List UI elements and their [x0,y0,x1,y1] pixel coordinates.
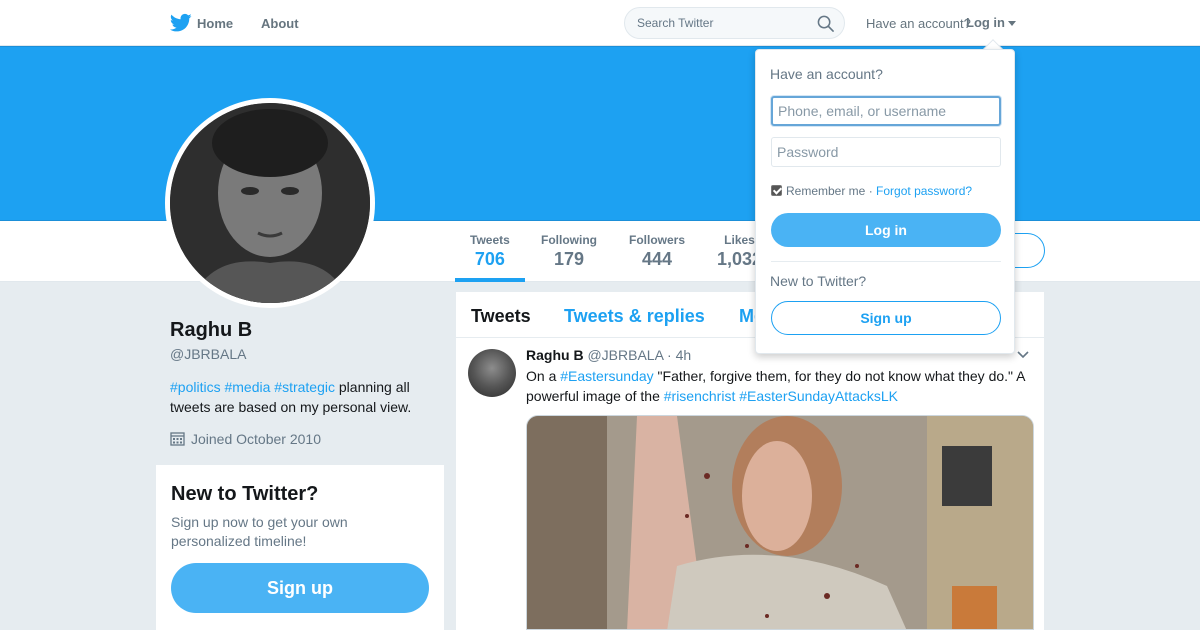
search-box[interactable]: Search Twitter [624,7,845,39]
tweet-text: On a #Eastersunday "Father, forgive them… [526,366,1032,406]
nav-home-link[interactable]: Home [197,16,233,31]
login-menu-link[interactable]: Log in [966,15,1005,30]
calendar-icon [170,432,185,446]
joined-text: Joined October 2010 [191,431,321,447]
top-navigation: Home About Search Twitter Have an accoun… [0,0,1200,46]
chevron-down-icon[interactable] [1017,351,1029,359]
profile-name: Raghu B [170,319,253,341]
stat-value: 444 [641,249,673,269]
tweet-timestamp[interactable]: 4h [676,347,692,363]
remember-me-label[interactable]: Remember me [786,184,865,198]
stat-value: 179 [553,249,585,269]
username-field[interactable] [771,96,1001,126]
hashtag-link[interactable]: #strategic [274,379,335,395]
nav-about-link[interactable]: About [261,16,299,31]
login-dropdown-title: Have an account? [770,66,883,82]
avatar-photo [170,103,370,303]
tweet-text-part: On a [526,368,561,384]
tab-tweets-replies[interactable]: Tweets & replies [564,306,705,327]
caret-down-icon[interactable] [1008,21,1016,26]
login-button[interactable]: Log in [771,213,1001,247]
active-tab-indicator [455,278,525,282]
signup-button[interactable]: Sign up [171,563,429,613]
stat-following[interactable]: Following 179 [541,233,597,270]
tweet-photo [527,416,1033,629]
profile-bio: #politics #media #strategic planning all… [170,377,440,417]
signup-card-title: New to Twitter? [171,483,319,505]
hashtag-link[interactable]: #risenchrist [664,388,736,404]
forgot-password-link[interactable]: Forgot password? [876,184,972,198]
stat-tweets[interactable]: Tweets 706 [470,233,510,270]
stat-label: Followers [629,233,686,247]
remember-me-checkbox[interactable] [771,185,782,196]
new-to-twitter-text: New to Twitter? [770,273,867,289]
stat-label: Following [541,233,597,247]
stat-label: Tweets [470,233,510,247]
tweet-author-handle[interactable]: @JBRBALA [587,347,663,363]
hashtag-link[interactable]: #politics [170,379,221,395]
hashtag-link[interactable]: #EasterSundayAttacksLK [739,388,898,404]
search-icon[interactable] [817,15,834,32]
hashtag-link[interactable]: #media [224,379,270,395]
dropdown-signup-button[interactable]: Sign up [771,301,1001,335]
joined-date: Joined October 2010 [170,431,321,447]
signup-card-text: Sign up now to get your own personalized… [171,514,348,549]
tweet-separator: · [667,347,672,363]
tweet-avatar[interactable] [468,349,516,397]
hashtag-link[interactable]: #Eastersunday [560,368,653,384]
signup-card: New to Twitter? Sign up now to get your … [156,465,444,630]
tab-tweets[interactable]: Tweets [471,306,531,327]
have-account-text: Have an account? [866,16,971,31]
stat-value: 706 [474,249,505,269]
tweet-author-name[interactable]: Raghu B [526,347,584,363]
profile-avatar-frame [165,98,375,308]
profile-handle: @JBRBALA [170,346,247,362]
password-field[interactable] [771,137,1001,167]
twitter-bird-icon[interactable] [170,13,192,33]
login-dropdown: Have an account? Remember me · Forgot pa… [755,49,1015,354]
tweet-header: Raghu B @JBRBALA · 4h [526,347,691,363]
stat-followers[interactable]: Followers 444 [629,233,685,270]
tweet-media-image[interactable] [526,415,1034,630]
dropdown-divider [771,261,1001,262]
profile-avatar[interactable] [170,103,370,303]
remember-me-row: Remember me · Forgot password? [771,184,972,198]
search-input[interactable]: Search Twitter [637,16,713,30]
remember-separator: · [868,184,873,198]
